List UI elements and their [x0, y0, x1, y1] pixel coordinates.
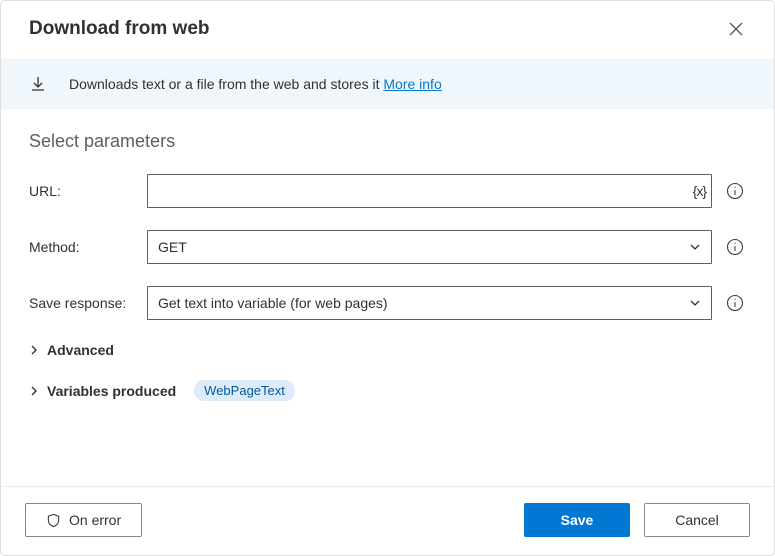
cancel-button[interactable]: Cancel — [644, 503, 750, 537]
dialog-title: Download from web — [29, 18, 210, 40]
save-response-field-row: Save response: Get text into variable (f… — [29, 286, 746, 320]
url-field-row: URL: {x} — [29, 174, 746, 208]
save-response-select[interactable]: Get text into variable (for web pages) — [147, 286, 712, 320]
on-error-label: On error — [69, 512, 121, 528]
url-input-wrapper: {x} — [147, 174, 712, 208]
variable-chip[interactable]: WebPageText — [194, 380, 295, 401]
download-icon — [29, 75, 47, 93]
variables-produced-label: Variables produced — [47, 383, 176, 399]
section-title: Select parameters — [29, 131, 746, 152]
info-icon — [726, 182, 744, 200]
method-value: GET — [158, 239, 187, 255]
banner-text-content: Downloads text or a file from the web an… — [69, 76, 383, 92]
dialog-body: Select parameters URL: {x} Method: GET — [1, 109, 774, 486]
download-from-web-dialog: Download from web Downloads text or a fi… — [0, 0, 775, 556]
save-response-info-button[interactable] — [724, 292, 746, 314]
close-icon — [729, 22, 743, 36]
save-response-value: Get text into variable (for web pages) — [158, 295, 388, 311]
footer-right-buttons: Save Cancel — [524, 503, 750, 537]
on-error-button[interactable]: On error — [25, 503, 142, 537]
banner-text: Downloads text or a file from the web an… — [69, 76, 442, 92]
save-response-select-wrapper: Get text into variable (for web pages) — [147, 286, 712, 320]
url-label: URL: — [29, 183, 141, 199]
save-response-label: Save response: — [29, 295, 141, 311]
method-field-row: Method: GET — [29, 230, 746, 264]
shield-icon — [46, 513, 61, 528]
method-label: Method: — [29, 239, 141, 255]
method-info-button[interactable] — [724, 236, 746, 258]
chevron-down-icon — [689, 297, 701, 309]
url-input[interactable] — [147, 174, 712, 208]
save-button[interactable]: Save — [524, 503, 630, 537]
close-button[interactable] — [722, 15, 750, 43]
info-banner: Downloads text or a file from the web an… — [1, 59, 774, 109]
variable-picker-button[interactable]: {x} — [693, 183, 706, 199]
chevron-right-icon — [29, 386, 39, 396]
chevron-down-icon — [689, 241, 701, 253]
dialog-header: Download from web — [1, 1, 774, 53]
info-icon — [726, 238, 744, 256]
method-select-wrapper: GET — [147, 230, 712, 264]
info-icon — [726, 294, 744, 312]
dialog-footer: On error Save Cancel — [1, 486, 774, 555]
more-info-link[interactable]: More info — [383, 76, 441, 92]
variables-produced-expander[interactable]: Variables produced WebPageText — [29, 380, 746, 401]
url-info-button[interactable] — [724, 180, 746, 202]
method-select[interactable]: GET — [147, 230, 712, 264]
chevron-right-icon — [29, 345, 39, 355]
advanced-label: Advanced — [47, 342, 114, 358]
advanced-expander[interactable]: Advanced — [29, 342, 746, 358]
